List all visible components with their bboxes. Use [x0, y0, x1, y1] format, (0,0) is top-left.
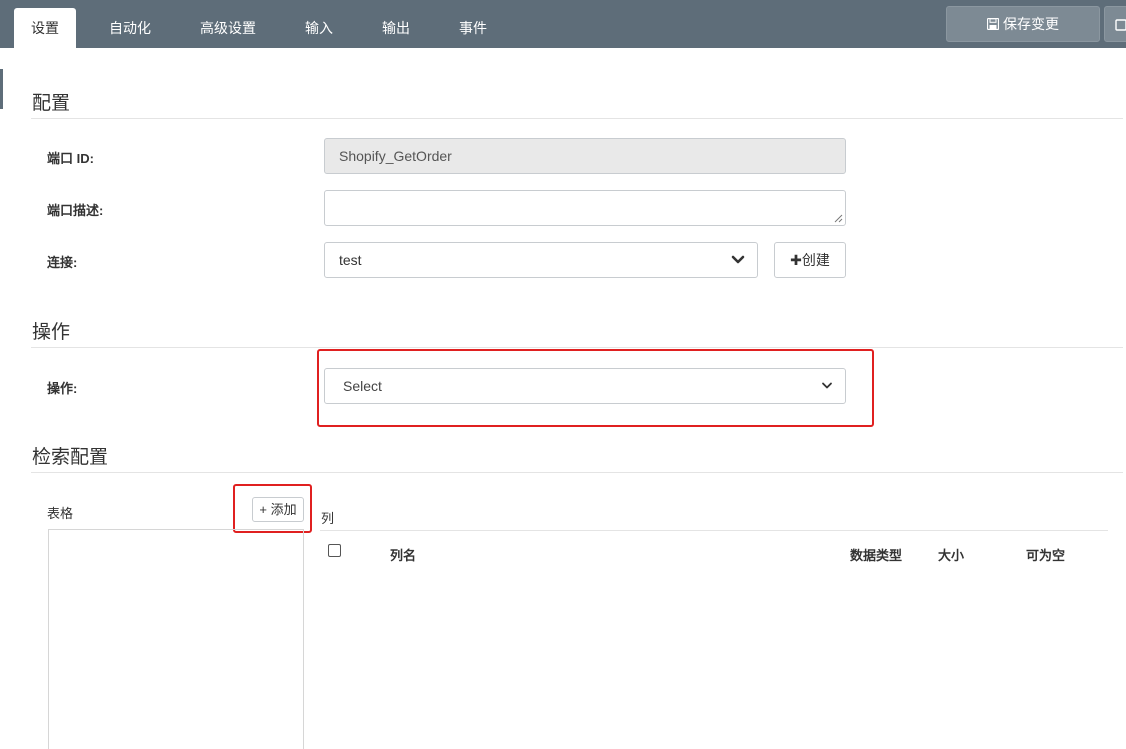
tab-advanced-settings[interactable]: 高级设置: [186, 0, 270, 48]
column-header-data-type: 数据类型: [850, 548, 903, 563]
top-tab-bar: 设置 自动化 高级设置 输入 输出 事件 保存变更: [0, 0, 1126, 48]
retrieval-section-title: 检索配置: [32, 447, 109, 468]
external-link-button[interactable]: [1104, 6, 1126, 42]
connection-selected-value: test: [339, 252, 362, 268]
port-description-field[interactable]: [324, 190, 846, 226]
left-edge-marker: [0, 69, 3, 109]
port-description-label: 端口描述:: [47, 203, 104, 218]
tab-automation[interactable]: 自动化: [96, 0, 164, 48]
plus-icon: ✚: [790, 252, 802, 268]
save-icon: [986, 8, 1000, 42]
create-label: 创建: [801, 252, 830, 268]
resize-grip-icon[interactable]: [834, 214, 843, 223]
divider: [31, 472, 1123, 473]
column-header-size: 大小: [938, 548, 965, 563]
operation-section-title: 操作: [32, 322, 71, 343]
divider: [31, 118, 1123, 119]
column-header-name: 列名: [390, 548, 417, 563]
columns-divider: [320, 530, 1108, 531]
config-section-title: 配置: [32, 93, 71, 114]
save-changes-label: 保存变更: [1003, 16, 1059, 32]
port-id-field: Shopify_GetOrder: [324, 138, 846, 174]
tables-label: 表格: [47, 506, 74, 521]
save-changes-button[interactable]: 保存变更: [946, 6, 1100, 42]
column-header-nullable: 可为空: [1026, 548, 1066, 563]
connection-label: 连接:: [47, 255, 78, 270]
external-link-icon: [1115, 19, 1126, 31]
select-all-checkbox[interactable]: [328, 544, 341, 557]
chevron-down-icon: [822, 382, 832, 389]
operation-select[interactable]: Select: [324, 368, 846, 404]
port-id-label: 端口 ID:: [47, 151, 94, 166]
create-connection-button[interactable]: ✚创建: [774, 242, 846, 278]
tab-output[interactable]: 输出: [368, 0, 424, 48]
columns-label: 列: [321, 511, 335, 526]
tab-input[interactable]: 输入: [292, 0, 346, 48]
divider: [31, 347, 1123, 348]
tab-events[interactable]: 事件: [446, 0, 500, 48]
chevron-down-icon: [731, 255, 745, 264]
add-table-button[interactable]: + 添加: [252, 497, 304, 522]
operation-selected-value: Select: [343, 378, 382, 394]
tab-settings[interactable]: 设置: [14, 8, 76, 48]
operation-label: 操作:: [47, 381, 78, 396]
connection-select[interactable]: test: [324, 242, 758, 278]
tables-list[interactable]: [48, 529, 304, 749]
